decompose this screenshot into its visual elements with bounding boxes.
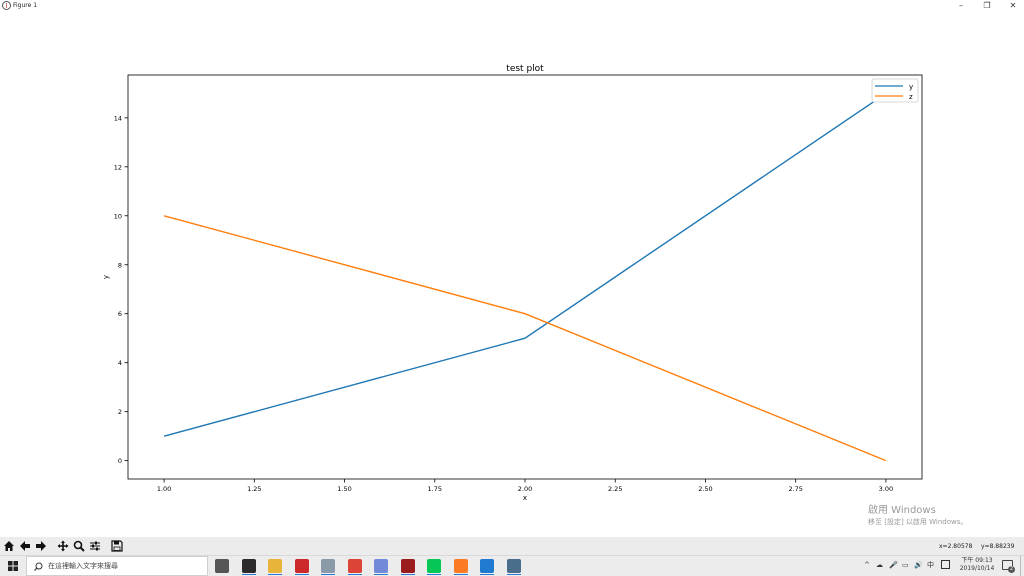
save-button[interactable] xyxy=(110,539,124,553)
restore-button[interactable]: ❐ xyxy=(974,0,1000,12)
x-tick-label: 2.00 xyxy=(518,485,532,493)
clock-date: 2019/10/14 xyxy=(959,565,995,572)
file-explorer-icon[interactable] xyxy=(268,559,282,573)
running-indicator xyxy=(321,574,335,575)
obs-icon[interactable] xyxy=(242,559,256,573)
running-indicator xyxy=(507,574,521,575)
search-icon xyxy=(34,562,43,571)
python-figure-icon[interactable] xyxy=(507,559,521,573)
pan-button[interactable] xyxy=(56,539,70,553)
y-tick-label: 12 xyxy=(114,163,122,171)
x-tick-label: 1.00 xyxy=(157,485,171,493)
tray-overflow-icon[interactable]: ^ xyxy=(864,560,870,570)
windows-taskbar: 在這裡輸入文字來搜尋 ^ ☁ 🎤 ▭ 🔊 中 下午 09:13 2019/10/… xyxy=(0,555,1024,576)
taskbar-clock[interactable]: 下午 09:13 2019/10/14 xyxy=(954,557,1000,573)
search-placeholder: 在這裡輸入文字來搜尋 xyxy=(48,562,118,570)
save-icon xyxy=(111,540,123,552)
cursor-x-readout: x=2.80578 xyxy=(939,543,973,550)
running-indicator xyxy=(242,574,256,575)
back-icon xyxy=(20,541,30,551)
x-tick-label: 1.25 xyxy=(247,485,261,493)
x-tick-label: 3.00 xyxy=(879,485,893,493)
running-indicator xyxy=(348,574,362,575)
configure-subplots-button[interactable] xyxy=(88,539,102,553)
x-tick-label: 2.25 xyxy=(608,485,622,493)
home-icon xyxy=(4,541,14,551)
y-tick-label: 6 xyxy=(118,310,122,318)
running-indicator xyxy=(454,574,468,575)
taskbar-search-box[interactable]: 在這裡輸入文字來搜尋 xyxy=(26,556,208,576)
microphone-icon[interactable]: 🎤 xyxy=(889,560,898,570)
vscode-icon[interactable] xyxy=(480,559,494,573)
legend-label-y: y xyxy=(909,83,913,91)
x-axis-label: x xyxy=(523,494,527,502)
dark-red-app-icon[interactable] xyxy=(401,559,415,573)
watermark-title: 啟用 Windows xyxy=(868,505,936,516)
minimize-button[interactable]: – xyxy=(948,0,974,12)
configure-subplots-icon xyxy=(90,541,100,551)
watermark-subtitle: 移至 [設定] 以啟用 Windows。 xyxy=(868,518,968,526)
running-indicator xyxy=(295,574,309,575)
chrome-icon[interactable] xyxy=(348,559,362,573)
x-tick-label: 1.50 xyxy=(337,485,351,493)
y-tick-label: 2 xyxy=(118,408,122,416)
figure-canvas[interactable]: test plot 1.00 1.25 1.50 1.75 2.00 2.25 2.50 2.… xyxy=(0,12,1024,537)
running-indicator xyxy=(401,574,415,575)
pan-icon xyxy=(57,540,69,552)
discord-icon[interactable] xyxy=(374,559,388,573)
ime-mode-icon[interactable] xyxy=(941,560,950,569)
photos-icon[interactable] xyxy=(321,559,335,573)
y-tick-label: 14 xyxy=(114,114,122,122)
chart-title: test plot xyxy=(506,64,544,74)
running-indicator xyxy=(427,574,441,575)
running-indicator xyxy=(374,574,388,575)
forward-icon xyxy=(36,541,46,551)
y-tick-label: 4 xyxy=(118,359,122,367)
cursor-y-readout: y=8.88239 xyxy=(981,543,1015,550)
line-icon[interactable] xyxy=(427,559,441,573)
y-tick-label: 10 xyxy=(114,212,122,220)
x-tick-label: 2.75 xyxy=(788,485,802,493)
home-button[interactable] xyxy=(2,539,16,553)
running-indicator xyxy=(268,574,282,575)
onedrive-icon[interactable]: ☁ xyxy=(876,560,883,570)
start-button[interactable] xyxy=(0,556,26,576)
window-titlebar: Figure 1 – ❐ ✕ xyxy=(0,0,1024,12)
close-button[interactable]: ✕ xyxy=(1000,0,1024,12)
zoom-button[interactable] xyxy=(72,539,86,553)
clock-time: 下午 09:13 xyxy=(961,557,993,564)
legend: y z xyxy=(871,78,919,103)
windows-logo-icon xyxy=(8,561,18,571)
xampp-icon[interactable] xyxy=(454,559,468,573)
navigation-toolbar xyxy=(0,537,1024,555)
x-tick-label: 2.50 xyxy=(698,485,712,493)
forward-button[interactable] xyxy=(34,539,48,553)
running-indicator xyxy=(480,574,494,575)
back-button[interactable] xyxy=(18,539,32,553)
matplotlib-app-icon xyxy=(2,1,11,10)
volume-icon[interactable]: 🔊 xyxy=(914,560,923,570)
window-title: Figure 1 xyxy=(13,2,38,9)
legend-label-z: z xyxy=(909,93,913,101)
y-tick-label: 0 xyxy=(118,457,122,465)
show-desktop-button[interactable] xyxy=(1020,556,1021,576)
y-tick-label: 8 xyxy=(118,261,122,269)
zoom-icon xyxy=(73,540,85,552)
network-icon[interactable]: ▭ xyxy=(902,560,909,570)
red-app-icon[interactable] xyxy=(295,559,309,573)
task-view-icon[interactable] xyxy=(215,559,229,573)
notification-count-badge: 2 xyxy=(1008,566,1015,573)
y-axis-label: y xyxy=(102,275,110,279)
input-method-indicator[interactable]: 中 xyxy=(927,560,934,570)
x-tick-label: 1.75 xyxy=(428,485,442,493)
